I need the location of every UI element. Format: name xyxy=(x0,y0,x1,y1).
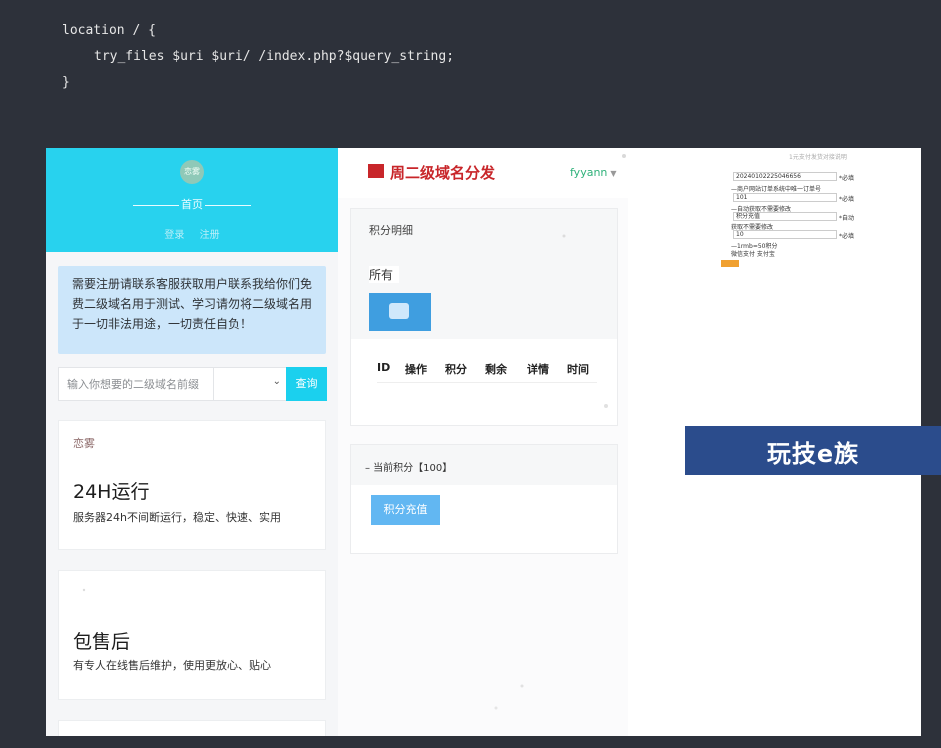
code-line-3: } xyxy=(62,75,70,90)
code-line-1: location / { xyxy=(62,23,156,38)
code-block: location / { try_files $uri $uri/ /index… xyxy=(0,0,941,148)
code-line-2: try_files $uri $uri/ /index.php?$query_s… xyxy=(94,49,455,64)
watermark-banner: 玩技e族 xyxy=(685,426,941,475)
watermark-text: 玩技e族 xyxy=(766,440,860,468)
